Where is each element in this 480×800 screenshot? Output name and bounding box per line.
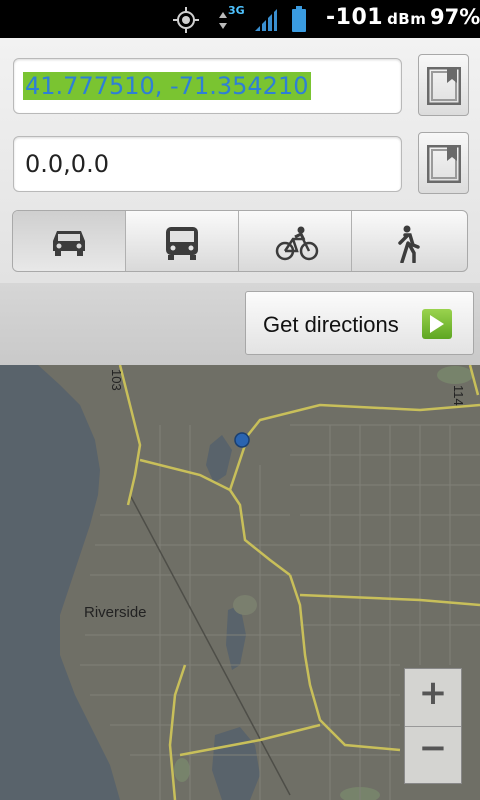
travel-mode-selector: [12, 210, 468, 272]
mode-transit-button[interactable]: [126, 211, 239, 271]
screen: 3G -101 dBm 97% 41.777510, -71.354210 0.0…: [0, 0, 480, 800]
map-view[interactable]: 103 114 Riverside + −: [0, 365, 480, 800]
status-bar: 3G -101 dBm 97%: [0, 0, 480, 38]
signal-readout: -101 dBm: [326, 5, 426, 30]
gps-icon: [173, 7, 199, 33]
car-icon: [53, 231, 85, 256]
battery-percent: 97%: [430, 5, 480, 29]
route-label: 114: [451, 385, 466, 406]
start-bookmark-button[interactable]: [418, 54, 469, 116]
signal-unit: dBm: [387, 10, 427, 28]
mode-car-button[interactable]: [13, 211, 126, 271]
go-arrow-icon: [422, 309, 452, 339]
start-location-text[interactable]: 41.777510, -71.354210: [23, 72, 311, 100]
mode-walk-button[interactable]: [352, 211, 467, 271]
current-location-icon: [234, 432, 250, 448]
network-type-label: 3G: [228, 4, 245, 17]
get-directions-button[interactable]: Get directions: [245, 291, 474, 355]
start-location-field[interactable]: 41.777510, -71.354210: [13, 58, 402, 114]
minus-icon: −: [418, 728, 448, 768]
mode-bicycle-button[interactable]: [239, 211, 352, 271]
directions-panel: 41.777510, -71.354210 0.0,0.0: [0, 38, 480, 283]
action-bar: Get directions: [0, 283, 480, 365]
bookmark-icon: [427, 145, 461, 183]
zoom-controls: + −: [404, 668, 462, 784]
signal-value: -101: [326, 5, 384, 30]
destination-text[interactable]: 0.0,0.0: [25, 150, 109, 178]
bus-icon: [166, 227, 198, 260]
signal-strength-icon: [255, 9, 277, 31]
zoom-out-button[interactable]: −: [405, 726, 461, 783]
walk-icon: [398, 225, 420, 263]
destination-bookmark-button[interactable]: [418, 132, 469, 194]
bookmark-icon: [427, 67, 461, 105]
destination-field[interactable]: 0.0,0.0: [13, 136, 402, 192]
plus-icon: +: [418, 673, 448, 713]
route-label: 103: [109, 369, 124, 391]
zoom-in-button[interactable]: +: [405, 669, 461, 727]
bicycle-icon: [275, 226, 319, 261]
place-label-riverside: Riverside: [84, 604, 147, 621]
get-directions-label: Get directions: [263, 312, 399, 337]
battery-icon: [292, 6, 306, 32]
